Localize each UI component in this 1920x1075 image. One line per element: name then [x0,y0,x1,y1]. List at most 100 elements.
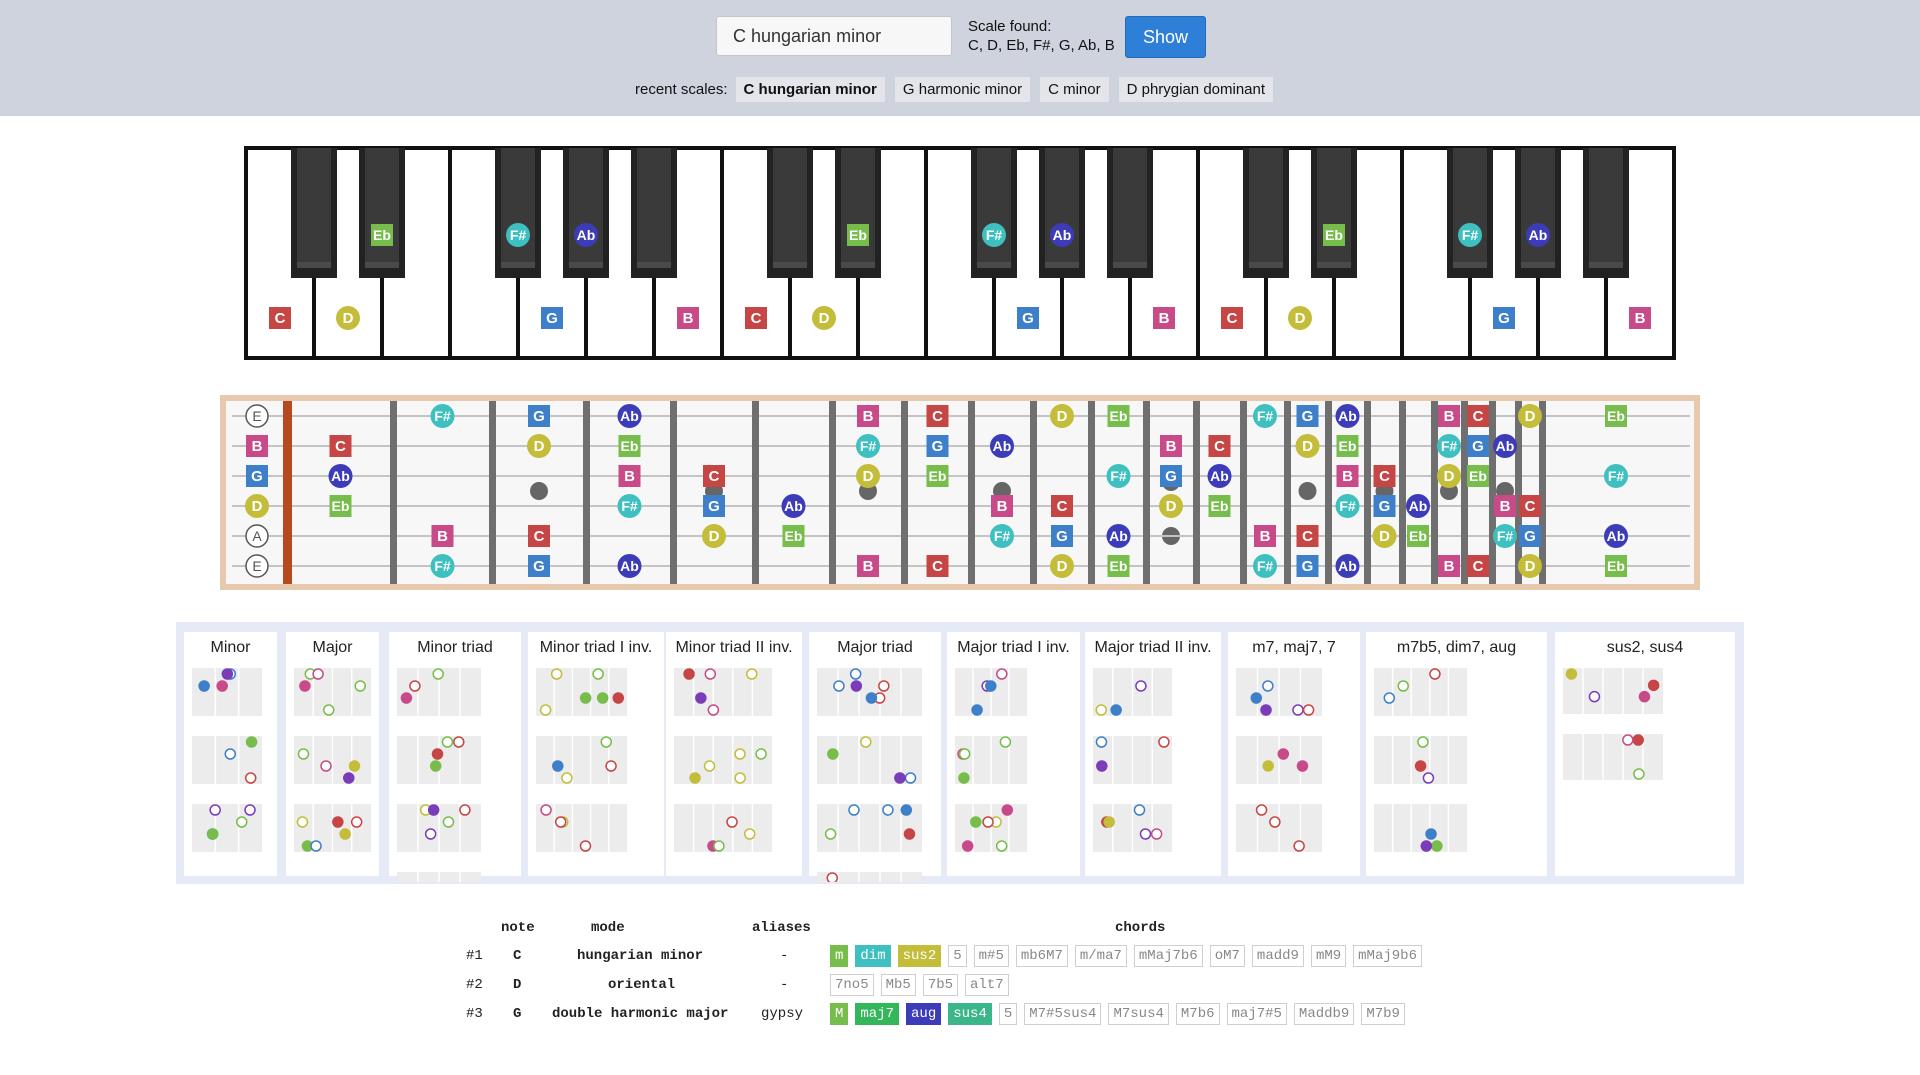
panel-title: Minor triad [417,639,493,656]
note-marker-G: G [1373,495,1396,517]
note-label: D [252,498,263,515]
shape-dot [539,704,552,716]
chord-chip[interactable]: M7b9 [1361,1003,1405,1025]
chord-chip[interactable]: alt7 [965,974,1009,996]
chord-chip[interactable]: mb6M7 [1015,945,1068,967]
chord-chip[interactable]: mM9 [1310,945,1347,967]
chord-chip[interactable]: m/ma7 [1074,945,1127,967]
shape-dot [459,804,471,816]
shape-dot [332,816,344,828]
note-marker-Ab: Ab [781,494,806,518]
shape-dot [224,748,237,760]
shape-diagrams [817,668,922,882]
chord-chip[interactable]: Maddb9 [1293,1003,1355,1025]
shape-dot [1262,760,1274,772]
note-marker-D: D [1437,464,1461,488]
note-marker-Eb: Eb [1336,435,1359,457]
chord-chip[interactable]: mMaj9b6 [1353,945,1422,967]
note-marker-C: C [329,435,352,457]
shape-dot [350,816,363,828]
note-label: Eb [1110,408,1128,424]
fret-wire [1399,401,1406,584]
chord-chip[interactable]: maj7#5 [1226,1003,1287,1025]
chord-chip[interactable]: M [830,1003,849,1025]
chord-chip[interactable]: 7no5 [830,974,874,996]
chord-chip[interactable]: 5 [998,1003,1018,1025]
shape-dot [743,828,756,840]
shape-dot [833,680,845,692]
note-marker-Ab: Ab [1604,524,1628,548]
shape-dot [1293,840,1305,852]
note-label: Ab [620,558,639,574]
note-label: B [1500,498,1511,515]
shape-dot [1292,704,1304,716]
chord-chip[interactable]: 7b5 [922,974,959,996]
note-marker-Ab: Ab [617,554,642,578]
note-label: Eb [1339,438,1357,454]
chord-chip[interactable]: sus2 [897,945,942,967]
mode-aliases: - [780,977,789,993]
note-label: D [1379,528,1390,545]
note-marker-G: G [246,465,268,487]
note-label: F# [1339,498,1356,514]
chord-chip[interactable]: 5 [948,945,967,967]
chord-chip[interactable]: mMaj7b6 [1133,945,1203,967]
shape-dot [348,760,361,772]
shape-dot [734,748,746,760]
note-marker-C: C [926,405,949,427]
note-marker-Ab: Ab [1106,524,1131,548]
note-label: Ab [1109,528,1128,544]
chord-chip[interactable]: madd9 [1251,945,1304,967]
shape-diagrams [1374,668,1467,852]
note-marker-B: B [1438,405,1460,427]
panel-title: Minor triad I inv. [539,639,653,656]
guitar-fretboard: EBGDAEF# G Ab B C D Eb F# G Ab B C D EbC D Eb F# G Ab B C D Eb… [220,395,1700,590]
note-marker-Fsharp: F# [1437,434,1461,458]
note-marker-D: D [1518,554,1542,578]
chord-shape-panel: Minor triad I inv. [528,632,664,876]
note-label: G [533,558,545,575]
note-label: C [709,468,720,485]
note-marker-B: B [1336,465,1359,487]
chord-chip[interactable]: M7b6 [1175,1003,1220,1025]
note-label: G [251,468,263,485]
shape-dot [683,668,695,680]
note-marker-G: G [1296,405,1319,427]
chord-chip[interactable]: oM7 [1209,945,1245,967]
note-marker-Eb: Eb [1605,555,1627,577]
chord-chip[interactable]: m [830,945,849,967]
fret-wire [1364,401,1371,584]
mode-name: double harmonic major [552,1006,729,1022]
chord-chip[interactable]: M7#5sus4 [1024,1003,1102,1025]
chord-chip[interactable]: dim [855,945,891,967]
note-label: Eb [332,498,350,514]
chord-chip[interactable]: M7sus4 [1108,1003,1169,1025]
panel-title: m7b5, dim7, aug [1396,639,1517,656]
note-label: Eb [1110,558,1128,574]
shape-dot [244,804,256,816]
shape-dot [453,736,465,748]
shape-dot [996,668,1008,680]
shape-dot [1622,734,1634,746]
chord-shape-panel: sus2, sus4 [1555,632,1735,876]
fret-wire [829,401,836,584]
chord-chip[interactable]: m#5 [973,945,1009,967]
note-marker-D: D [1050,554,1074,578]
chord-chip[interactable]: aug [906,1003,942,1025]
note-marker-Fsharp: F# [430,554,455,578]
shape-dot [746,668,758,680]
note-label: F# [994,528,1011,544]
fret-wire [583,401,590,584]
note-marker-C: C [1051,495,1073,517]
shape-grid [1563,734,1663,780]
shape-dot [824,828,837,840]
chord-chip[interactable]: maj7 [855,1003,900,1025]
shape-dot [339,828,351,840]
shape-dot [605,760,617,772]
note-label: G [1379,498,1391,515]
note-label: C [1302,528,1313,545]
note-label: Eb [929,468,947,484]
chord-chip[interactable]: Mb5 [880,974,916,996]
chord-chip[interactable]: sus4 [948,1003,992,1025]
note-label: C [534,528,545,545]
